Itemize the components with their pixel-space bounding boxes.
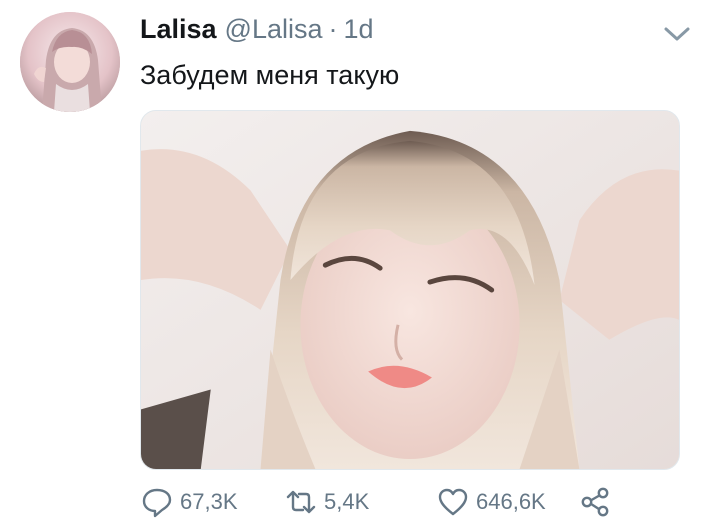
tweet-text: Забудем меня такую	[140, 60, 400, 90]
timestamp[interactable]: 1d	[344, 14, 374, 45]
retweet-icon	[284, 485, 318, 519]
heart-icon	[436, 485, 470, 519]
reply-count: 67,3K	[180, 489, 238, 514]
separator-dot: ·	[328, 14, 338, 44]
tweet-card[interactable]: Lalisa @Lalisa · 1d Забудем меня такую 6…	[0, 0, 720, 528]
author-handle[interactable]: @Lalisa	[225, 14, 323, 45]
share-button[interactable]	[578, 482, 612, 522]
avatar[interactable]	[20, 12, 120, 112]
tweet-actions: 67,3K 5,4K 646,6K	[140, 482, 620, 522]
reply-icon	[140, 485, 174, 519]
like-count: 646,6K	[476, 489, 546, 514]
author-name[interactable]: Lalisa	[140, 14, 217, 45]
avatar-photo	[20, 12, 120, 112]
tweet-header: Lalisa @Lalisa · 1d	[140, 14, 374, 50]
retweet-button[interactable]: 5,4K	[284, 482, 369, 522]
reply-button[interactable]: 67,3K	[140, 482, 238, 522]
share-icon	[578, 485, 612, 519]
chevron-down-icon[interactable]	[662, 22, 692, 46]
retweet-count: 5,4K	[324, 489, 370, 514]
like-button[interactable]: 646,6K	[436, 482, 546, 522]
tweet-photo[interactable]	[140, 110, 680, 470]
